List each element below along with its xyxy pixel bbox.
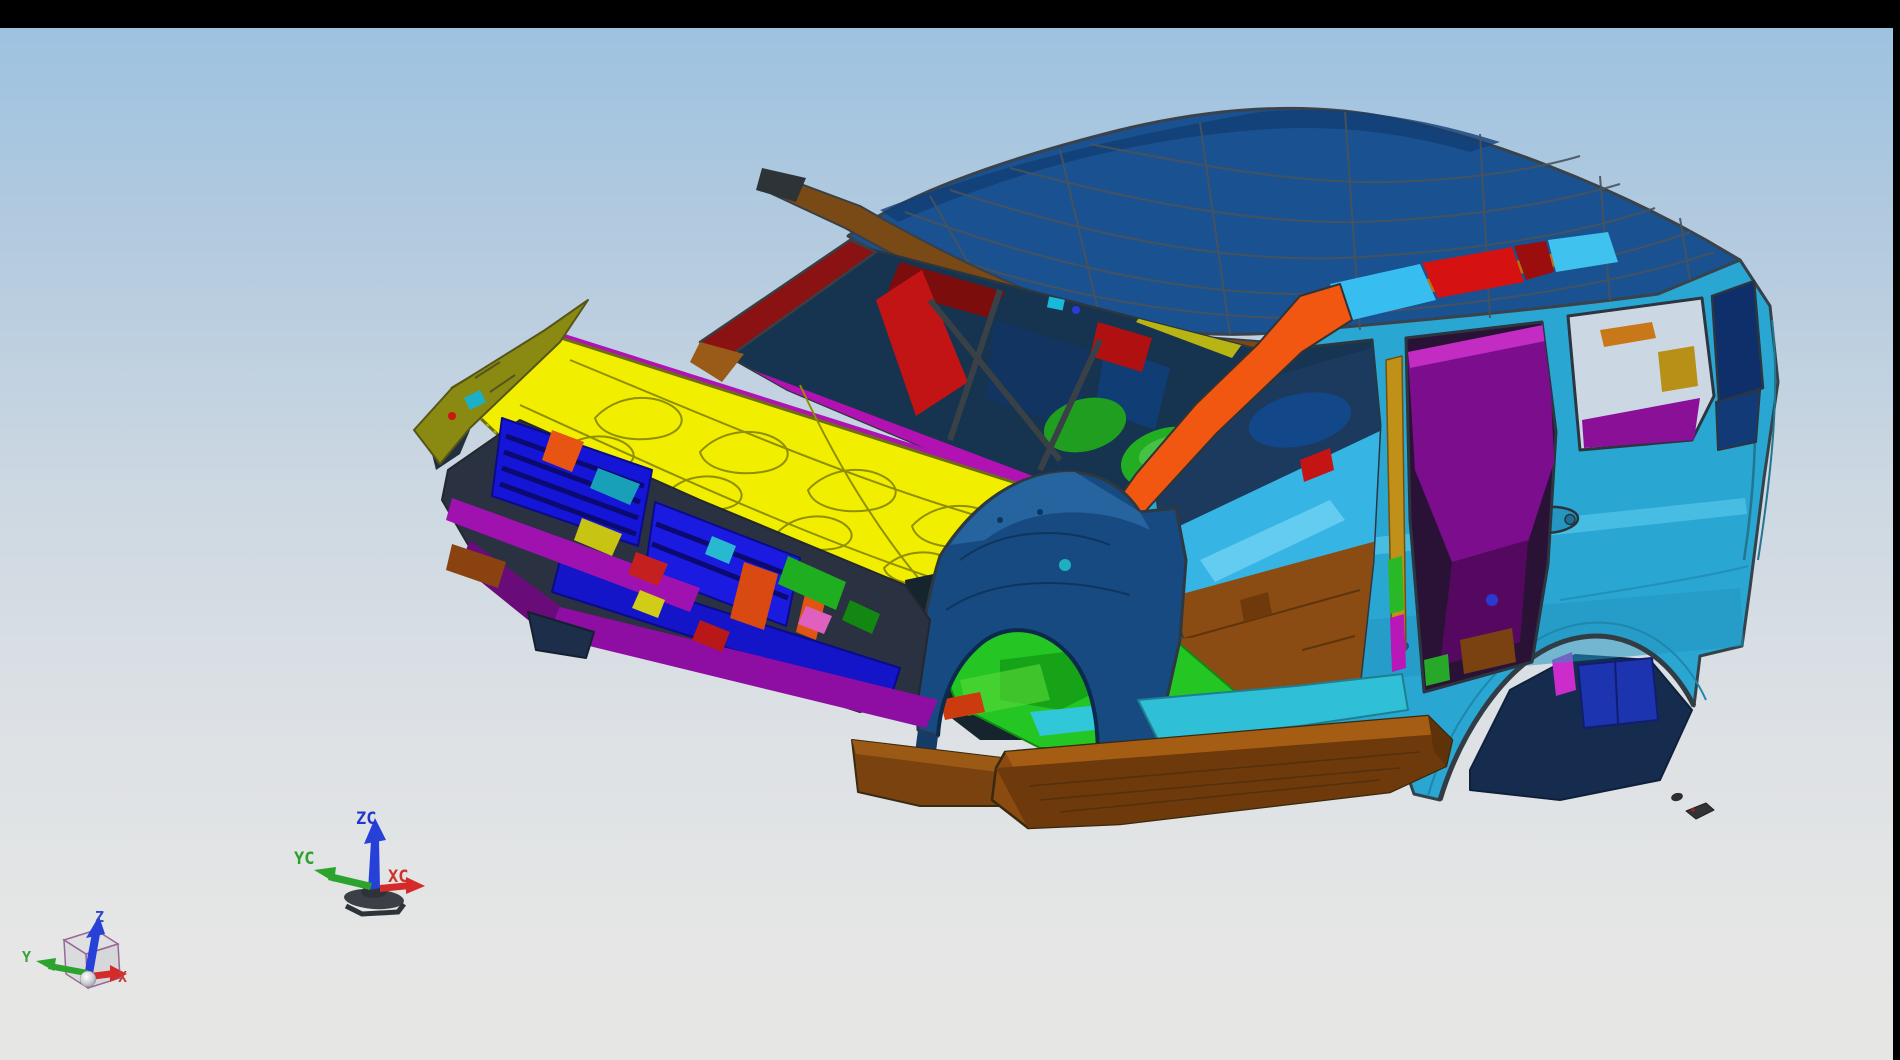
quarter-window-opening[interactable] (1568, 298, 1714, 450)
csys-z-label: Z (95, 908, 104, 926)
abs-csys-triad[interactable]: Z Y X (22, 908, 127, 988)
debris-parts[interactable] (1670, 792, 1714, 819)
wcs-y-axis[interactable] (314, 867, 372, 890)
cad-application-window: ZC YC XC (0, 0, 1900, 1060)
right-edge-bar (1893, 0, 1900, 1060)
csys-origin-sphere (80, 971, 96, 987)
rear-door-opening[interactable] (1406, 322, 1556, 692)
csys-y-label: Y (22, 948, 31, 966)
csys-x-label: X (118, 968, 127, 986)
top-bar (0, 0, 1900, 28)
wcs-x-label: XC (388, 867, 408, 887)
wcs-y-label: YC (294, 849, 314, 869)
wcs-z-label: ZC (356, 809, 376, 829)
window-bracket-gold[interactable] (1658, 346, 1698, 392)
d-pillar-panel[interactable] (1712, 281, 1763, 402)
model-canvas[interactable]: ZC YC XC (0, 28, 1893, 1060)
car-body-model[interactable] (414, 108, 1778, 828)
wcs-triad[interactable]: ZC YC XC (294, 809, 425, 914)
graphics-viewport[interactable]: ZC YC XC (0, 28, 1893, 1060)
